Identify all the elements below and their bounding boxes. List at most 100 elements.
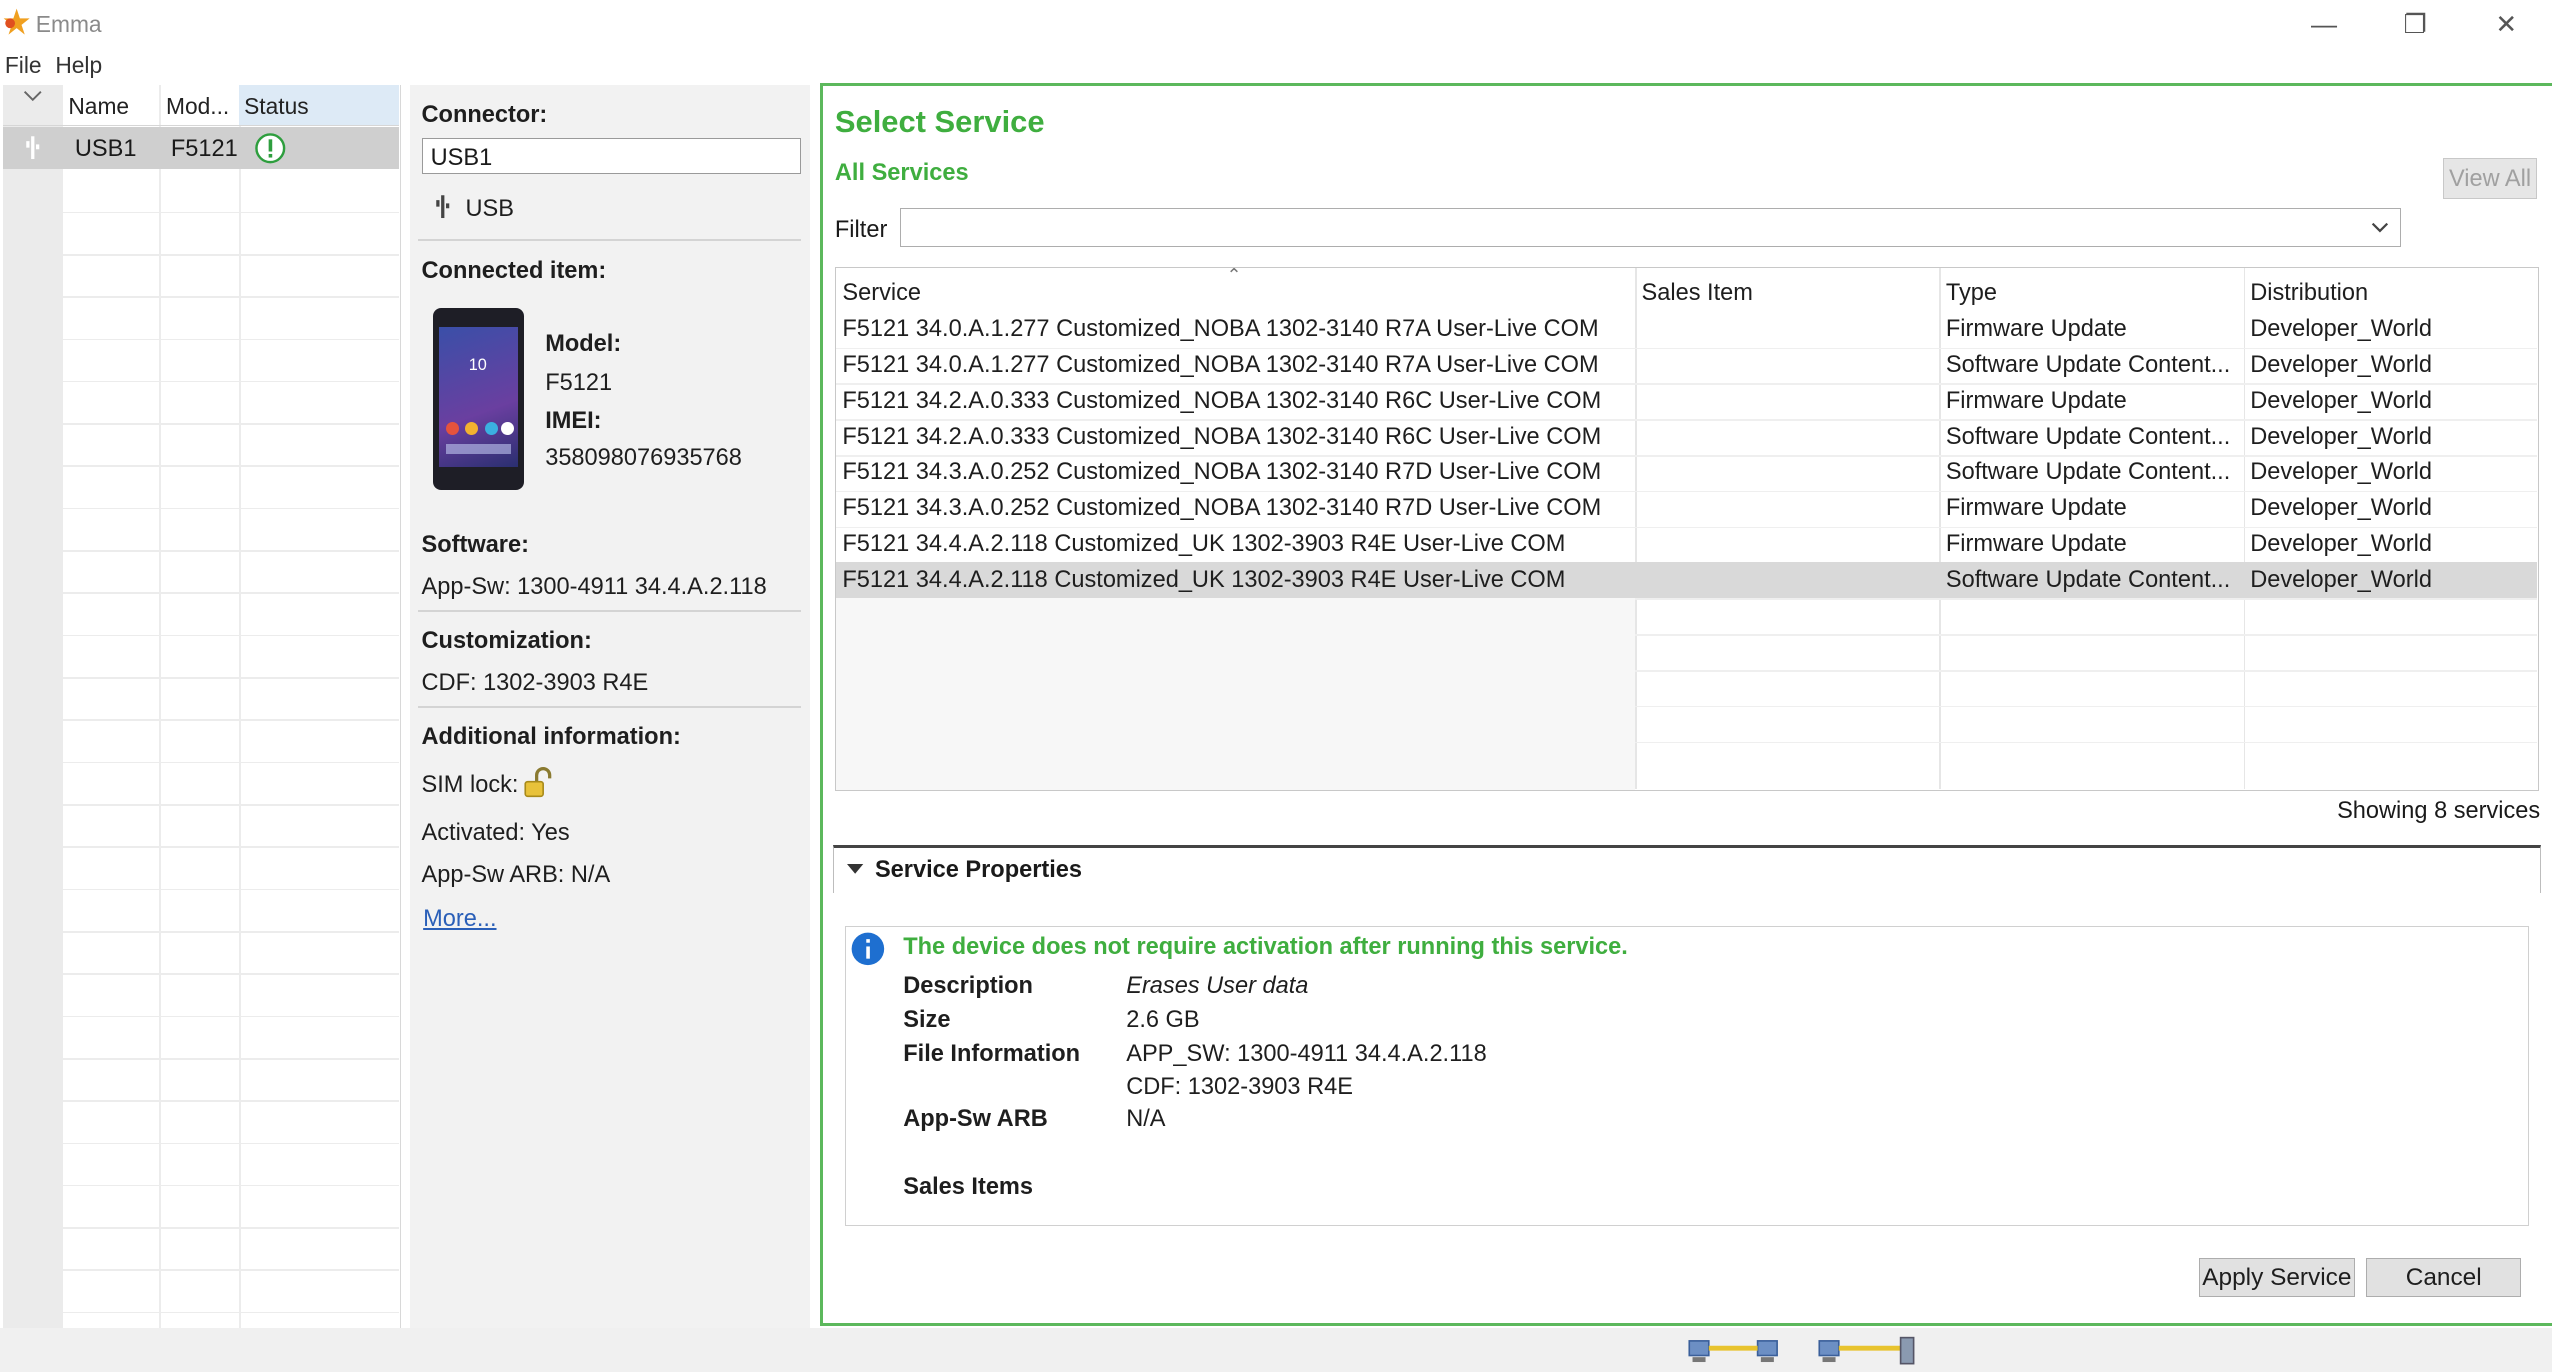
- imei-label: IMEI:: [545, 406, 602, 433]
- column-header-sales-item[interactable]: Sales Item: [1642, 279, 1753, 306]
- type-cell: Firmware Update: [1945, 494, 2127, 521]
- connector-value: USB1: [430, 144, 493, 171]
- table-row[interactable]: F5121 34.3.A.0.252 Customized_NOBA 1302-…: [836, 455, 2537, 491]
- network-connection-icon: [1688, 1340, 1779, 1363]
- emma-logo-icon: [3, 8, 30, 35]
- device-row[interactable]: USB1 F5121: [3, 126, 399, 170]
- distribution-cell: Developer_World: [2250, 458, 2432, 485]
- distribution-cell: Developer_World: [2250, 350, 2432, 377]
- table-row[interactable]: F5121 34.2.A.0.333 Customized_NOBA 1302-…: [836, 383, 2537, 419]
- distribution-cell: Developer_World: [2250, 422, 2432, 449]
- page-title: Select Service: [834, 104, 1045, 140]
- menu-bar: File Help: [0, 48, 2552, 85]
- model-label: Model:: [545, 330, 622, 357]
- device-list-header: Name Mod... Status: [3, 85, 399, 127]
- close-button[interactable]: ✕: [2461, 0, 2552, 49]
- activated-status: Activated: Yes: [421, 818, 570, 845]
- apply-service-button[interactable]: Apply Service: [2198, 1258, 2355, 1298]
- phone-clock: 10: [468, 356, 487, 375]
- table-row[interactable]: F5121 34.4.A.2.118 Customized_UK 1302-39…: [836, 527, 2537, 563]
- distribution-cell: Developer_World: [2250, 386, 2432, 413]
- software-label: Software:: [421, 530, 529, 557]
- title-bar: Emma — ❐ ✕: [0, 0, 2552, 49]
- more-link[interactable]: More...: [423, 905, 496, 932]
- type-cell: Firmware Update: [1945, 315, 2127, 342]
- device-list-gutter: [3, 84, 64, 1329]
- type-cell: Firmware Update: [1945, 529, 2127, 556]
- menu-file[interactable]: File: [5, 52, 42, 79]
- service-properties-header[interactable]: Service Properties: [833, 844, 2541, 894]
- emma-app-window: Emma — ❐ ✕ File Help Name Mod... Status: [0, 0, 2552, 1372]
- service-cell: F5121 34.3.A.0.252 Customized_NOBA 1302-…: [842, 458, 1602, 485]
- sim-lock-label: SIM lock:: [421, 771, 519, 798]
- connector-type: USB: [465, 195, 514, 222]
- restore-button[interactable]: ❐: [2370, 0, 2461, 49]
- file-information-line2: CDF: 1302-3903 R4E: [1126, 1072, 1353, 1099]
- page-subtitle: All Services: [834, 159, 969, 186]
- phone-image: 10: [432, 307, 525, 490]
- service-cell: F5121 34.3.A.0.252 Customized_NOBA 1302-…: [842, 494, 1602, 521]
- type-cell: Software Update Content...: [1945, 350, 2231, 377]
- server-connection-icon: [1818, 1336, 1915, 1365]
- collapse-triangle-icon: [847, 863, 864, 874]
- service-cell: F5121 34.0.A.1.277 Customized_NOBA 1302-…: [842, 350, 1599, 377]
- column-header-service[interactable]: Service: [842, 279, 921, 306]
- column-header-status[interactable]: Status: [244, 93, 309, 120]
- service-properties-title: Service Properties: [874, 855, 1083, 882]
- connector-field[interactable]: USB1: [421, 138, 801, 175]
- type-cell: Firmware Update: [1945, 386, 2127, 413]
- model-value: F5121: [545, 369, 613, 396]
- customization-value: CDF: 1302-3903 R4E: [421, 668, 649, 695]
- status-bar: [0, 1328, 2552, 1372]
- service-cell: F5121 34.0.A.1.277 Customized_NOBA 1302-…: [842, 315, 1599, 342]
- app-sw-arb-value: N/A: [1126, 1105, 1166, 1132]
- table-row[interactable]: F5121 34.2.A.0.333 Customized_NOBA 1302-…: [836, 419, 2537, 455]
- app-sw-arb-label: App-Sw ARB: [903, 1105, 1048, 1132]
- service-cell: F5121 34.4.A.2.118 Customized_UK 1302-39…: [842, 565, 1566, 592]
- column-header-model[interactable]: Mod...: [166, 93, 229, 120]
- column-header-distribution[interactable]: Distribution: [2250, 279, 2368, 306]
- software-value: App-Sw: 1300-4911 34.4.A.2.118: [421, 572, 767, 599]
- connector-label: Connector:: [421, 100, 548, 127]
- menu-help[interactable]: Help: [55, 52, 102, 79]
- activation-notice: The device does not require activation a…: [903, 932, 1628, 959]
- chevron-down-icon: [2371, 223, 2388, 233]
- type-cell: Software Update Content...: [1945, 458, 2231, 485]
- table-header: ⌃ Service Sales Item Type Distribution: [836, 268, 2537, 310]
- file-information-line1: APP_SW: 1300-4911 34.4.A.2.118: [1126, 1039, 1487, 1066]
- size-label: Size: [903, 1005, 951, 1032]
- app-sw-arb-status: App-Sw ARB: N/A: [421, 860, 611, 887]
- column-header-type[interactable]: Type: [1946, 279, 1997, 306]
- window-title: Emma: [35, 11, 102, 38]
- usb-icon: [436, 195, 450, 219]
- unlocked-padlock-icon: [524, 766, 552, 797]
- cancel-button[interactable]: Cancel: [2366, 1258, 2521, 1298]
- table-row-selected[interactable]: F5121 34.4.A.2.118 Customized_UK 1302-39…: [835, 562, 2537, 599]
- minimize-icon: —: [2311, 8, 2338, 39]
- table-row[interactable]: F5121 34.0.A.1.277 Customized_NOBA 1302-…: [836, 348, 2537, 384]
- table-row[interactable]: F5121 34.0.A.1.277 Customized_NOBA 1302-…: [836, 312, 2537, 348]
- distribution-cell: Developer_World: [2250, 494, 2432, 521]
- service-cell: F5121 34.2.A.0.333 Customized_NOBA 1302-…: [842, 386, 1602, 413]
- minimize-button[interactable]: —: [2279, 0, 2370, 49]
- chevron-down-icon[interactable]: [23, 90, 43, 103]
- filter-label: Filter: [834, 216, 888, 243]
- view-all-button[interactable]: View All: [2442, 157, 2538, 199]
- description-label: Description: [903, 971, 1033, 998]
- description-value: Erases User data: [1126, 971, 1309, 998]
- size-value: 2.6 GB: [1126, 1005, 1200, 1032]
- service-properties-box: [844, 926, 2530, 1226]
- service-table: ⌃ Service Sales Item Type Distribution F…: [834, 266, 2539, 791]
- connected-item-label: Connected item:: [421, 257, 607, 284]
- table-row[interactable]: F5121 34.3.A.0.252 Customized_NOBA 1302-…: [836, 491, 2537, 527]
- filter-dropdown[interactable]: [900, 208, 2401, 248]
- restore-icon: ❐: [2403, 8, 2427, 39]
- service-cell: F5121 34.4.A.2.118 Customized_UK 1302-39…: [842, 529, 1566, 556]
- type-cell: Software Update Content...: [1945, 422, 2231, 449]
- info-icon: [851, 932, 884, 966]
- type-cell: Software Update Content...: [1945, 565, 2231, 592]
- customization-label: Customization:: [421, 626, 592, 653]
- additional-info-label: Additional information:: [421, 722, 681, 749]
- imei-value: 358098076935768: [545, 444, 742, 471]
- column-header-name[interactable]: Name: [68, 93, 129, 120]
